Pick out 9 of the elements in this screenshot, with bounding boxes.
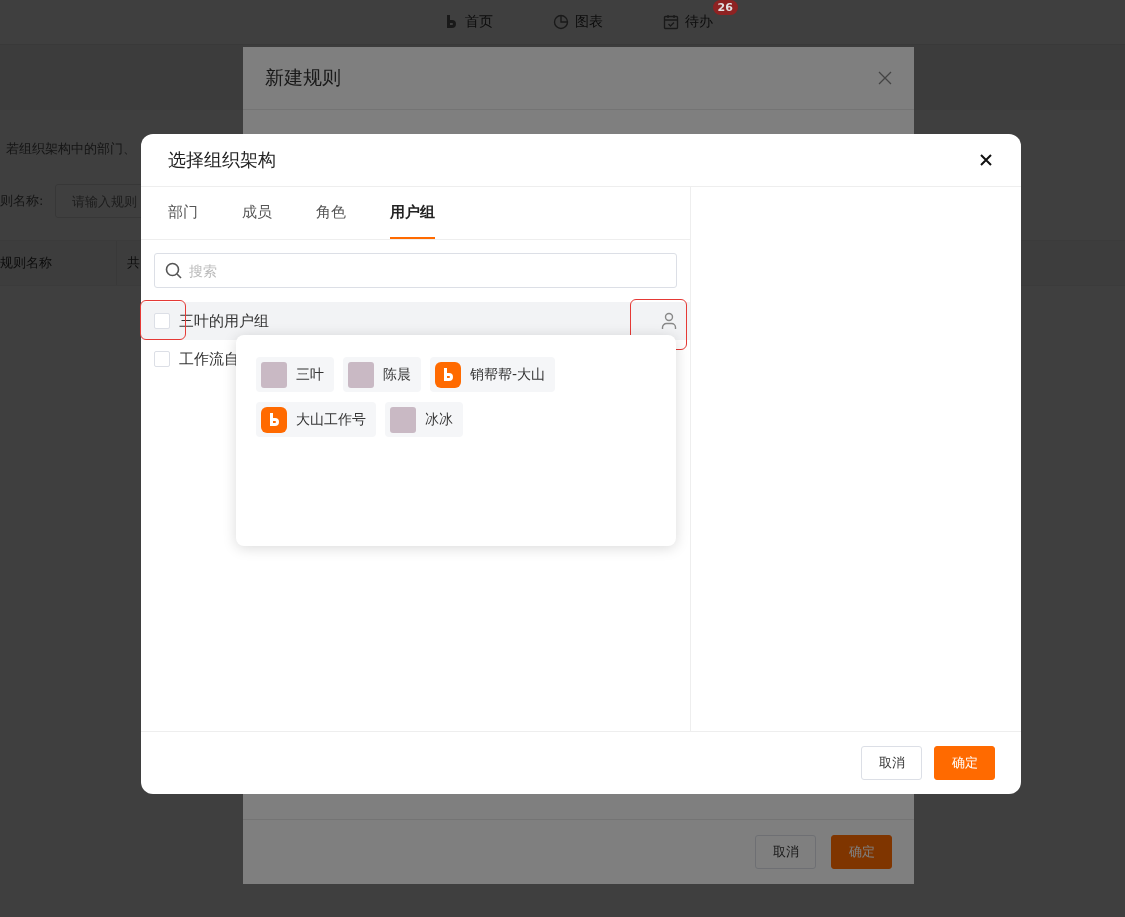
member-name: 大山工作号 [296,410,366,429]
member-name: 陈晨 [383,365,411,384]
count-badge: 26 [712,0,738,15]
member-name: 三叶 [296,365,324,384]
dialog-title: 新建规则 [265,65,341,90]
group-name: 工作流自 [179,349,240,369]
member-name: 销帮帮-大山 [470,365,546,384]
member-name: 冰冰 [425,410,453,429]
dialog-title: 选择组织架构 [168,148,276,172]
